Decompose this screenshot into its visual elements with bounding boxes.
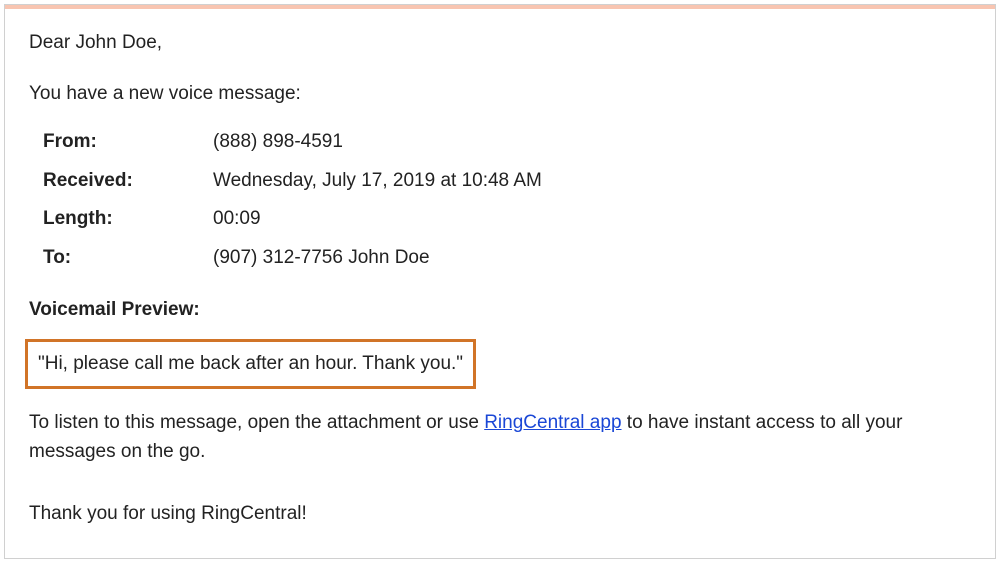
details-row-to: To: (907) 312-7756 John Doe	[43, 244, 971, 273]
email-container: Dear John Doe, You have a new voice mess…	[4, 4, 996, 559]
ringcentral-app-link[interactable]: RingCentral app	[484, 412, 621, 433]
details-table: From: (888) 898-4591 Received: Wednesday…	[43, 128, 971, 272]
intro-text: You have a new voice message:	[29, 80, 971, 109]
details-row-length: Length: 00:09	[43, 205, 971, 234]
listen-prefix: To listen to this message, open the atta…	[29, 412, 484, 433]
greeting-text: Dear John Doe,	[29, 29, 971, 58]
listen-instructions: To listen to this message, open the atta…	[29, 409, 971, 466]
thankyou-text: Thank you for using RingCentral!	[29, 500, 971, 529]
voicemail-preview-heading: Voicemail Preview:	[29, 296, 971, 325]
voicemail-preview-text: "Hi, please call me back after an hour. …	[38, 353, 463, 374]
from-label: From:	[43, 128, 213, 157]
received-label: Received:	[43, 167, 213, 196]
length-label: Length:	[43, 205, 213, 234]
length-value: 00:09	[213, 205, 261, 234]
details-row-received: Received: Wednesday, July 17, 2019 at 10…	[43, 167, 971, 196]
received-value: Wednesday, July 17, 2019 at 10:48 AM	[213, 167, 542, 196]
voicemail-preview-box: "Hi, please call me back after an hour. …	[25, 339, 476, 390]
details-row-from: From: (888) 898-4591	[43, 128, 971, 157]
to-value: (907) 312-7756 John Doe	[213, 244, 430, 273]
email-content: Dear John Doe, You have a new voice mess…	[5, 9, 995, 549]
from-value: (888) 898-4591	[213, 128, 343, 157]
to-label: To:	[43, 244, 213, 273]
